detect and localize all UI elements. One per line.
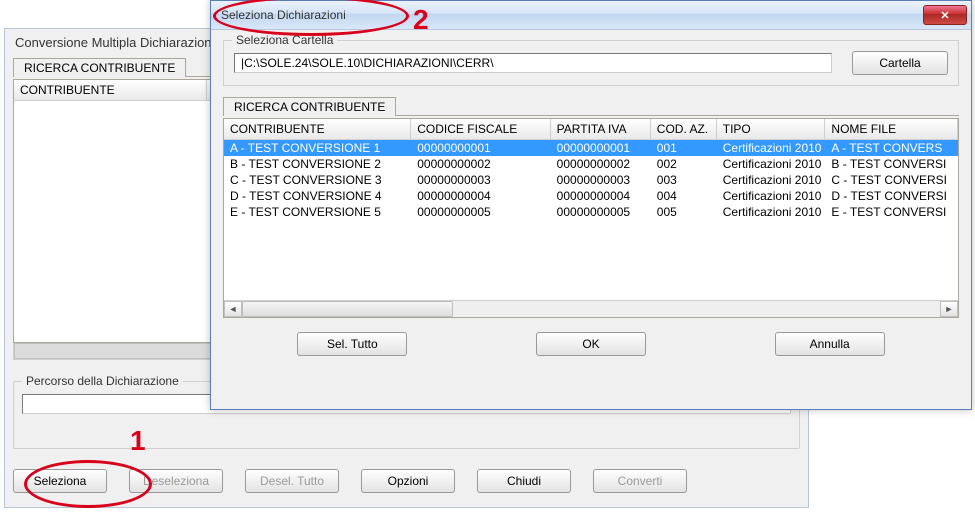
table-row[interactable]: D - TEST CONVERSIONE 4000000000040000000… xyxy=(224,188,958,204)
annulla-button[interactable]: Annulla xyxy=(775,332,885,356)
table-row[interactable]: A - TEST CONVERSIONE 1000000000010000000… xyxy=(224,140,958,156)
sel-tutto-button[interactable]: Sel. Tutto xyxy=(297,332,407,356)
opzioni-button[interactable]: Opzioni xyxy=(361,469,455,493)
cell-codice-fiscale: 00000000002 xyxy=(411,156,550,172)
col-partita-iva[interactable]: PARTITA IVA xyxy=(551,119,651,139)
cell-tipo: Certificazioni 2010 xyxy=(717,156,826,172)
cell-partita-iva: 00000000003 xyxy=(551,172,651,188)
tab-ricerca-contribuente[interactable]: RICERCA CONTRIBUENTE xyxy=(13,58,186,77)
cell-tipo: Certificazioni 2010 xyxy=(717,204,826,220)
cell-cod-az: 005 xyxy=(651,204,717,220)
seleziona-dichiarazioni-dialog: Seleziona Dichiarazioni ✕ Seleziona Cart… xyxy=(210,0,972,410)
cell-partita-iva: 00000000005 xyxy=(551,204,651,220)
scroll-right-icon[interactable]: ► xyxy=(940,301,958,317)
dialog-titlebar[interactable]: Seleziona Dichiarazioni ✕ xyxy=(211,1,971,30)
cartella-path-input[interactable] xyxy=(234,53,832,73)
table-row[interactable]: C - TEST CONVERSIONE 3000000000030000000… xyxy=(224,172,958,188)
cell-tipo: Certificazioni 2010 xyxy=(717,188,826,204)
cell-contribuente: E - TEST CONVERSIONE 5 xyxy=(224,204,411,220)
dialog-grid[interactable]: CONTRIBUENTE CODICE FISCALE PARTITA IVA … xyxy=(223,118,959,318)
cartella-button[interactable]: Cartella xyxy=(852,51,948,75)
col-codice-fiscale[interactable]: CODICE FISCALE xyxy=(411,119,550,139)
parent-button-row: Seleziona Deseleziona Desel. Tutto Opzio… xyxy=(13,469,800,493)
cell-contribuente: A - TEST CONVERSIONE 1 xyxy=(224,140,411,156)
cell-codice-fiscale: 00000000004 xyxy=(411,188,550,204)
cell-nome-file: C - TEST CONVERSI xyxy=(825,172,958,188)
cell-codice-fiscale: 00000000003 xyxy=(411,172,550,188)
cell-nome-file: B - TEST CONVERSI xyxy=(825,156,958,172)
cell-contribuente: D - TEST CONVERSIONE 4 xyxy=(224,188,411,204)
cell-partita-iva: 00000000001 xyxy=(551,140,651,156)
cell-partita-iva: 00000000002 xyxy=(551,156,651,172)
seleziona-cartella-label: Seleziona Cartella xyxy=(232,33,337,47)
cell-cod-az: 002 xyxy=(651,156,717,172)
percorso-group-label: Percorso della Dichiarazione xyxy=(22,374,183,388)
scroll-left-icon[interactable]: ◄ xyxy=(224,301,242,317)
cell-cod-az: 004 xyxy=(651,188,717,204)
close-icon: ✕ xyxy=(940,9,949,22)
col-contribuente[interactable]: CONTRIBUENTE xyxy=(224,119,411,139)
cell-cod-az: 003 xyxy=(651,172,717,188)
deseleziona-button: Deseleziona xyxy=(129,469,223,493)
table-row[interactable]: E - TEST CONVERSIONE 5000000000050000000… xyxy=(224,204,958,220)
cell-nome-file: E - TEST CONVERSI xyxy=(825,204,958,220)
cell-codice-fiscale: 00000000005 xyxy=(411,204,550,220)
parent-grid-col-contribuente[interactable]: CONTRIBUENTE xyxy=(14,80,207,100)
dialog-button-row: Sel. Tutto OK Annulla xyxy=(223,318,959,356)
col-tipo[interactable]: TIPO xyxy=(717,119,826,139)
col-cod-az[interactable]: COD. AZ. xyxy=(651,119,717,139)
col-nome-file[interactable]: NOME FILE xyxy=(825,119,958,139)
dialog-horizontal-scrollbar[interactable]: ◄ ► xyxy=(224,300,958,317)
dialog-grid-header: CONTRIBUENTE CODICE FISCALE PARTITA IVA … xyxy=(224,119,958,140)
cell-tipo: Certificazioni 2010 xyxy=(717,140,826,156)
cell-contribuente: C - TEST CONVERSIONE 3 xyxy=(224,172,411,188)
dialog-tab-ricerca-contribuente[interactable]: RICERCA CONTRIBUENTE xyxy=(223,97,396,116)
desel-tutto-button: Desel. Tutto xyxy=(245,469,339,493)
seleziona-cartella-group: Seleziona Cartella Cartella xyxy=(223,40,959,86)
chiudi-button[interactable]: Chiudi xyxy=(477,469,571,493)
cell-partita-iva: 00000000004 xyxy=(551,188,651,204)
seleziona-button[interactable]: Seleziona xyxy=(13,469,107,493)
ok-button[interactable]: OK xyxy=(536,332,646,356)
cell-nome-file: A - TEST CONVERS xyxy=(825,140,958,156)
cell-cod-az: 001 xyxy=(651,140,717,156)
converti-button: Converti xyxy=(593,469,687,493)
cell-nome-file: D - TEST CONVERSI xyxy=(825,188,958,204)
close-button[interactable]: ✕ xyxy=(923,5,967,25)
cell-contribuente: B - TEST CONVERSIONE 2 xyxy=(224,156,411,172)
cell-tipo: Certificazioni 2010 xyxy=(717,172,826,188)
dialog-tabs: RICERCA CONTRIBUENTE xyxy=(223,96,959,116)
dialog-title: Seleziona Dichiarazioni xyxy=(221,8,346,22)
cell-codice-fiscale: 00000000001 xyxy=(411,140,550,156)
table-row[interactable]: B - TEST CONVERSIONE 2000000000020000000… xyxy=(224,156,958,172)
